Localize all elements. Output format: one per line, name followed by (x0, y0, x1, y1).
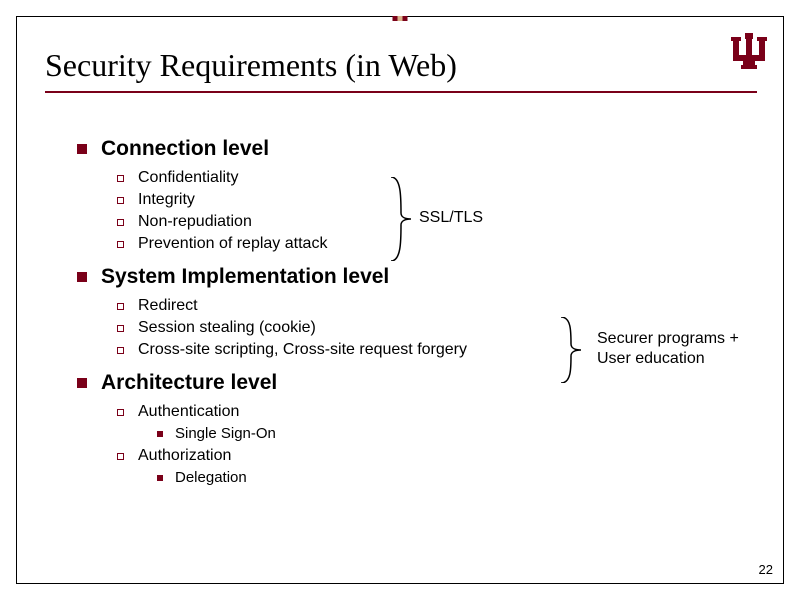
heading-text: System Implementation level (101, 265, 389, 289)
list-item: Confidentiality (117, 167, 757, 189)
bullet-icon (117, 175, 124, 182)
curly-brace-icon (387, 177, 415, 261)
title-underline (45, 91, 757, 93)
page-number: 22 (759, 562, 773, 577)
list-item: Integrity (117, 189, 757, 211)
annotation-ssl-tls: SSL/TLS (419, 209, 483, 227)
bullet-icon (117, 347, 124, 354)
slide-frame: Security Requirements (in Web) Connectio… (16, 16, 784, 584)
curly-brace-icon (557, 317, 585, 383)
heading-text: Connection level (101, 137, 269, 161)
bullet-icon (77, 272, 87, 282)
sub-list-item: Delegation (157, 467, 757, 489)
top-accent-squares (393, 16, 408, 21)
slide-title: Security Requirements (in Web) (45, 47, 457, 84)
bullet-icon (77, 144, 87, 154)
bullet-icon (117, 303, 124, 310)
bullet-icon (157, 475, 163, 481)
section-heading: Connection level (77, 137, 757, 161)
section-heading: Architecture level (77, 371, 757, 395)
section-heading: System Implementation level (77, 265, 757, 289)
annotation-securer-programs: Securer programs + User education (597, 329, 739, 369)
list-item: Prevention of replay attack (117, 233, 757, 255)
bullet-icon (117, 197, 124, 204)
slide-content: Connection level Confidentiality Integri… (77, 137, 757, 493)
sub-list-item: Single Sign-On (157, 423, 757, 445)
bullet-icon (117, 453, 124, 460)
list-item: Authentication (117, 401, 757, 423)
bullet-icon (117, 409, 124, 416)
list-item: Authorization (117, 445, 757, 467)
bullet-icon (77, 378, 87, 388)
bullet-icon (117, 241, 124, 248)
bullet-icon (157, 431, 163, 437)
section-items: Authentication Single Sign-On Authorizat… (117, 401, 757, 489)
heading-text: Architecture level (101, 371, 277, 395)
bullet-icon (117, 325, 124, 332)
bullet-icon (117, 219, 124, 226)
list-item: Redirect (117, 295, 757, 317)
iu-logo (729, 31, 769, 82)
